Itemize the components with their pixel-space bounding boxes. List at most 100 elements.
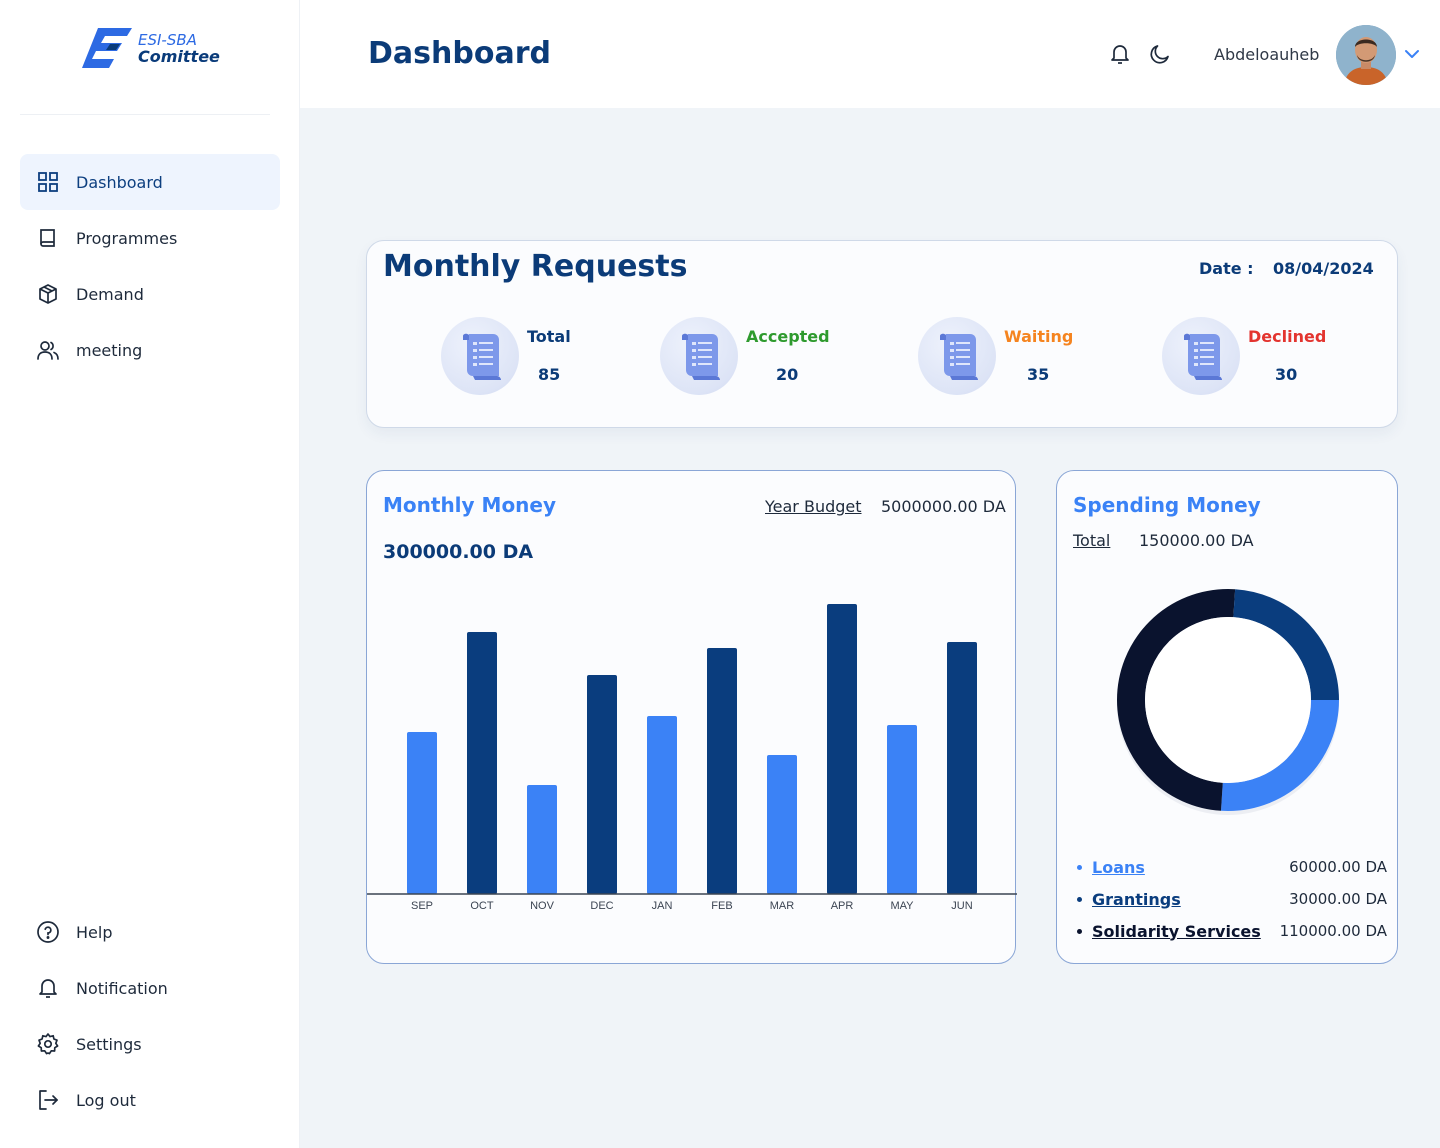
stat-value: 20	[776, 365, 799, 384]
sidebar-item-label: Dashboard	[76, 172, 163, 192]
bar-mar	[767, 755, 797, 894]
legend-item: Grantings 30000.00 DA	[1077, 883, 1387, 915]
stat-value: 85	[538, 365, 561, 384]
stat-label: Declined	[1248, 327, 1327, 346]
stat-label: Accepted	[746, 327, 830, 346]
sidebar-item-label: Settings	[76, 1034, 142, 1054]
sidebar-item-demand[interactable]: Demand	[20, 266, 280, 322]
sidebar-item-logout[interactable]: Log out	[20, 1072, 280, 1128]
stat-total: Total 85	[441, 317, 681, 397]
monthly-money-card: Monthly Money Year Budget 5000000.00 DA …	[366, 470, 1017, 964]
x-tick-label: JAN	[652, 900, 673, 912]
date-value: 08/04/2024	[1273, 259, 1374, 278]
year-budget-value: 5000000.00 DA	[881, 497, 1006, 516]
legend-name-grantings[interactable]: Grantings	[1092, 890, 1277, 909]
bell-icon[interactable]	[1108, 42, 1132, 66]
x-tick-label: SEP	[411, 900, 433, 912]
help-icon	[36, 920, 60, 944]
x-tick-label: MAY	[890, 900, 914, 912]
sidebar-item-dashboard[interactable]: Dashboard	[20, 154, 280, 210]
bar-feb	[707, 648, 737, 894]
legend-dot	[1077, 864, 1082, 870]
logo-subtitle: Comittee	[138, 47, 220, 67]
bell-icon	[36, 976, 60, 1000]
total-link[interactable]: Total	[1073, 531, 1110, 550]
legend-item: Solidarity Services 110000.00 DA	[1077, 915, 1387, 947]
user-name[interactable]: Abdeloauheb	[1214, 45, 1319, 64]
moon-icon[interactable]	[1148, 42, 1172, 66]
sidebar-item-notification[interactable]: Notification	[20, 960, 280, 1016]
document-icon	[918, 317, 996, 395]
logout-icon	[36, 1088, 60, 1112]
legend-name-loans[interactable]: Loans	[1092, 858, 1277, 877]
bar-may	[887, 725, 917, 894]
legend-value: 110000.00 DA	[1279, 922, 1387, 940]
donut-hole	[1145, 617, 1311, 783]
divider	[20, 114, 270, 115]
x-tick-label: MAR	[770, 900, 795, 912]
x-tick-label: DEC	[590, 900, 613, 912]
money-total: 300000.00 DA	[383, 541, 534, 563]
sidebar-item-label: meeting	[76, 340, 143, 360]
total-value: 150000.00 DA	[1139, 531, 1254, 550]
monthly-bar-chart: SEP OCT NOV DEC JAN FEB MAR APR MAY JUN	[367, 604, 1017, 912]
grid-icon	[36, 170, 60, 194]
legend-dot	[1077, 928, 1082, 934]
x-tick-label: JUN	[951, 900, 972, 912]
chevron-down-icon[interactable]	[1402, 44, 1422, 64]
document-icon	[1162, 317, 1240, 395]
users-icon	[36, 338, 60, 362]
top-header: Dashboard Abdeloauheb	[300, 0, 1440, 108]
sidebar-item-help[interactable]: Help	[20, 904, 280, 960]
year-budget-link[interactable]: Year Budget	[765, 497, 862, 516]
sidebar-item-label: Demand	[76, 284, 144, 304]
stat-value: 35	[1027, 365, 1050, 384]
sidebar-item-settings[interactable]: Settings	[20, 1016, 280, 1072]
sidebar-item-label: Programmes	[76, 228, 178, 248]
spending-donut-chart	[1117, 589, 1339, 815]
bar-apr	[827, 604, 857, 894]
secondary-nav: Help Notification Settings Log out	[20, 904, 280, 1128]
book-icon	[36, 226, 60, 250]
card-title: Monthly Requests	[383, 249, 688, 284]
bar-oct	[467, 632, 497, 894]
sidebar: ESI-SBA Comittee Dashboard Programmes De…	[0, 0, 300, 1148]
legend-name-solidarity[interactable]: Solidarity Services	[1092, 922, 1277, 941]
spending-money-card: Spending Money Total 150000.00 DA Loans …	[1056, 470, 1398, 964]
stat-value: 30	[1275, 365, 1298, 384]
monthly-requests-card: Monthly Requests Date : 08/04/2024 Total…	[366, 240, 1398, 428]
page-title: Dashboard	[368, 36, 551, 71]
logo-title: ESI-SBA	[138, 30, 197, 49]
stat-label: Waiting	[1004, 327, 1074, 346]
spending-legend: Loans 60000.00 DA Grantings 30000.00 DA …	[1077, 851, 1387, 947]
date-label: Date :	[1199, 259, 1254, 278]
stat-waiting: Waiting 35	[918, 317, 1158, 397]
app-logo[interactable]: ESI-SBA Comittee	[80, 24, 230, 74]
sidebar-item-label: Log out	[76, 1090, 136, 1110]
legend-value: 60000.00 DA	[1289, 858, 1387, 876]
document-icon	[660, 317, 738, 395]
main-nav: Dashboard Programmes Demand meeting	[20, 154, 280, 378]
card-title: Spending Money	[1073, 493, 1261, 517]
stat-declined: Declined 30	[1162, 317, 1402, 397]
document-icon	[441, 317, 519, 395]
card-title: Monthly Money	[383, 493, 557, 517]
sidebar-item-programmes[interactable]: Programmes	[20, 210, 280, 266]
x-tick-label: APR	[831, 900, 854, 912]
bar-jan	[647, 716, 677, 894]
x-tick-label: FEB	[711, 900, 732, 912]
sidebar-item-label: Notification	[76, 978, 168, 998]
stat-label: Total	[527, 327, 571, 346]
x-tick-label: NOV	[530, 900, 555, 912]
x-tick-label: OCT	[470, 900, 494, 912]
legend-item: Loans 60000.00 DA	[1077, 851, 1387, 883]
sidebar-item-meeting[interactable]: meeting	[20, 322, 280, 378]
bar-dec	[587, 675, 617, 894]
bar-jun	[947, 642, 977, 894]
bar-sep	[407, 732, 437, 894]
gear-icon	[36, 1032, 60, 1056]
legend-value: 30000.00 DA	[1289, 890, 1387, 908]
logo-icon	[82, 28, 132, 68]
avatar[interactable]	[1336, 25, 1396, 85]
sidebar-item-label: Help	[76, 922, 113, 942]
